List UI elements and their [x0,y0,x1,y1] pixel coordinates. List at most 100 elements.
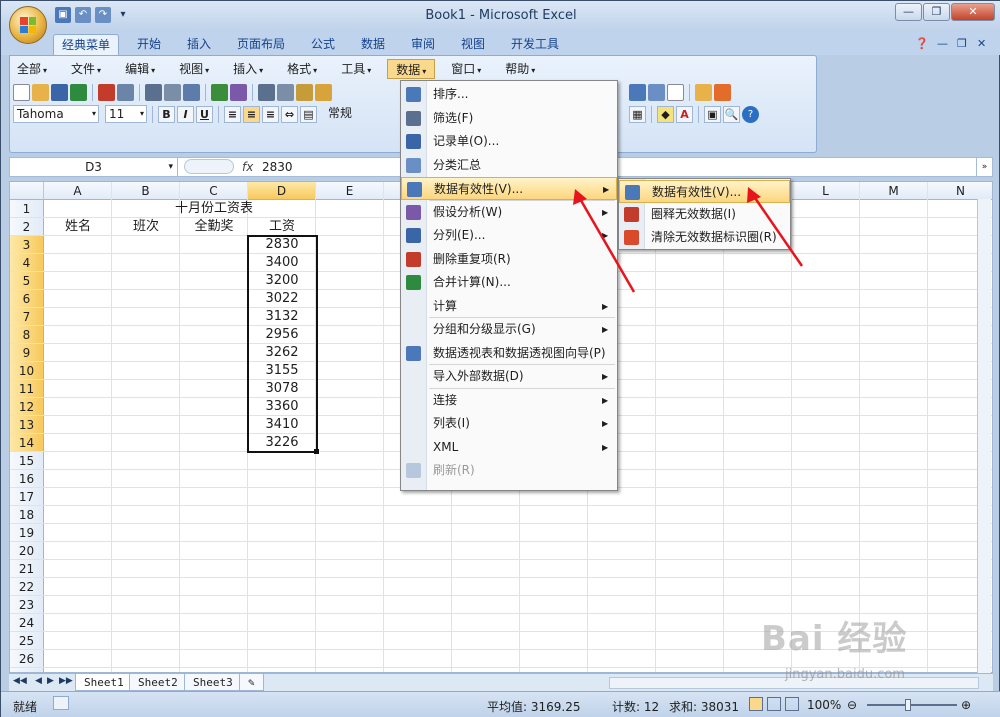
row-header-3[interactable]: 3 [10,236,44,254]
insert-sheet-icon[interactable]: ✎ [239,674,264,691]
wrap-icon[interactable]: ▤ [300,105,317,123]
validation-submenu-item[interactable]: 数据有效性(V)... [619,180,790,203]
fill-handle[interactable] [314,449,319,454]
next-sheet-icon[interactable]: ▶ [47,676,54,686]
format-painter-icon[interactable] [315,83,332,101]
row-header-7[interactable]: 7 [10,308,44,326]
menu-help[interactable]: 帮助 ▾ [497,59,543,79]
folder-icon[interactable] [695,83,712,101]
diamond-icon[interactable] [714,83,731,101]
data-menu-item[interactable]: 列表(I) ▶ [401,412,617,435]
help-circle-icon[interactable]: ? [742,105,759,123]
close-button[interactable]: ✕ [951,3,995,21]
page-break-view-icon[interactable] [785,697,799,711]
row-header-23[interactable]: 23 [10,596,44,614]
data-menu-item[interactable]: 删除重复项(R) [401,248,617,271]
sheet-tab-1[interactable]: Sheet1 [75,674,133,691]
preview-icon[interactable] [164,83,181,101]
data-menu-item[interactable]: 假设分析(W) ▶ [401,201,617,224]
spelling-icon[interactable] [211,83,228,101]
excel-icon[interactable] [70,83,87,101]
row-header-12[interactable]: 12 [10,398,44,416]
select-all-corner[interactable] [10,182,44,200]
cell-header-salary[interactable]: 工资 [248,218,316,236]
row-header-10[interactable]: 10 [10,362,44,380]
menu-format[interactable]: 格式 ▾ [279,59,325,79]
prev-sheet-icon[interactable]: ◀ [35,676,42,686]
row-header-8[interactable]: 8 [10,326,44,344]
row-header-21[interactable]: 21 [10,560,44,578]
row-header-16[interactable]: 16 [10,470,44,488]
row-header-5[interactable]: 5 [10,272,44,290]
ribbon-close-icon[interactable]: ✕ [977,37,986,50]
table-icon[interactable] [667,83,684,101]
cell-title[interactable]: 十月份工资表 [112,200,316,218]
row-header-13[interactable]: 13 [10,416,44,434]
pdf-icon[interactable] [98,83,115,101]
menu-tools[interactable]: 工具 ▾ [333,59,379,79]
column-header-m[interactable]: M [860,182,928,200]
align-center-icon[interactable]: ≡ [243,105,260,123]
data-menu-item[interactable]: 排序... [401,83,617,106]
row-header-11[interactable]: 11 [10,380,44,398]
underline-button[interactable]: U [196,105,213,123]
number-format-select[interactable]: 常规 [325,105,361,123]
data-menu-item[interactable]: 数据透视表和数据透视图向导(P) [401,342,617,365]
cut-icon[interactable] [258,83,275,101]
data-menu-item[interactable]: 计算 ▶ [401,295,617,318]
help-icon[interactable]: ❓ [915,37,929,50]
print-icon[interactable] [145,83,162,101]
data-menu-item[interactable]: 导入外部数据(D) ▶ [401,365,617,388]
copy-icon[interactable] [277,83,294,101]
row-header-24[interactable]: 24 [10,614,44,632]
tab-data[interactable]: 数据 [353,34,393,55]
formula-bar-slider[interactable] [184,159,234,174]
zoom-out-icon[interactable]: ⊖ [847,698,857,712]
merge-center-icon[interactable]: ⇔ [281,105,298,123]
row-header-14[interactable]: 14 [10,434,44,452]
row-header-25[interactable]: 25 [10,632,44,650]
column-header-d[interactable]: D [248,182,316,200]
tab-page-layout[interactable]: 页面布局 [229,34,293,55]
tab-formulas[interactable]: 公式 [303,34,343,55]
office-button[interactable] [9,6,47,44]
row-header-9[interactable]: 9 [10,344,44,362]
zoom-in-icon[interactable]: ⊕ [961,698,971,712]
insert-function-icon[interactable]: fx [242,158,253,176]
row-header-20[interactable]: 20 [10,542,44,560]
menu-data[interactable]: 数据 ▾ [387,59,436,79]
last-sheet-icon[interactable]: ▶▶ [59,676,73,686]
menu-edit[interactable]: 编辑 ▾ [117,59,163,79]
name-box[interactable]: D3 ▾ [10,158,178,176]
ribbon-restore-icon[interactable]: ❐ [957,37,967,50]
data-menu-item[interactable]: XML ▶ [401,436,617,459]
row-header-15[interactable]: 15 [10,452,44,470]
menu-window[interactable]: 窗口 ▾ [443,59,489,79]
drawing-icon[interactable] [648,83,665,101]
zoom-level[interactable]: 100% [807,698,841,712]
vertical-scrollbar[interactable] [977,199,991,673]
image-icon[interactable]: ▣ [704,105,721,123]
menu-file[interactable]: 文件 ▾ [63,59,109,79]
row-header-26[interactable]: 26 [10,650,44,668]
row-header-6[interactable]: 6 [10,290,44,308]
row-header-17[interactable]: 17 [10,488,44,506]
row-header-22[interactable]: 22 [10,578,44,596]
borders-icon[interactable]: ▦ [629,105,646,123]
expand-formula-bar-icon[interactable]: » [976,158,992,176]
data-menu-item[interactable]: 数据有效性(V)... ▶ [401,177,617,200]
chart-icon[interactable] [629,83,646,101]
tab-view[interactable]: 视图 [453,34,493,55]
new-doc-icon[interactable] [13,83,30,101]
tab-review[interactable]: 审阅 [403,34,443,55]
tab-developer[interactable]: 开发工具 [503,34,567,55]
data-menu-item[interactable]: 连接 ▶ [401,389,617,412]
data-menu-item[interactable]: 合并计算(N)... [401,271,617,294]
column-header-c[interactable]: C [180,182,248,200]
restore-button[interactable]: ❐ [923,3,950,21]
data-menu-item[interactable]: 分组和分级显示(G) ▶ [401,318,617,341]
menu-all[interactable]: 全部 ▾ [9,59,55,79]
normal-view-icon[interactable] [749,697,763,711]
row-header-18[interactable]: 18 [10,506,44,524]
row-header-19[interactable]: 19 [10,524,44,542]
